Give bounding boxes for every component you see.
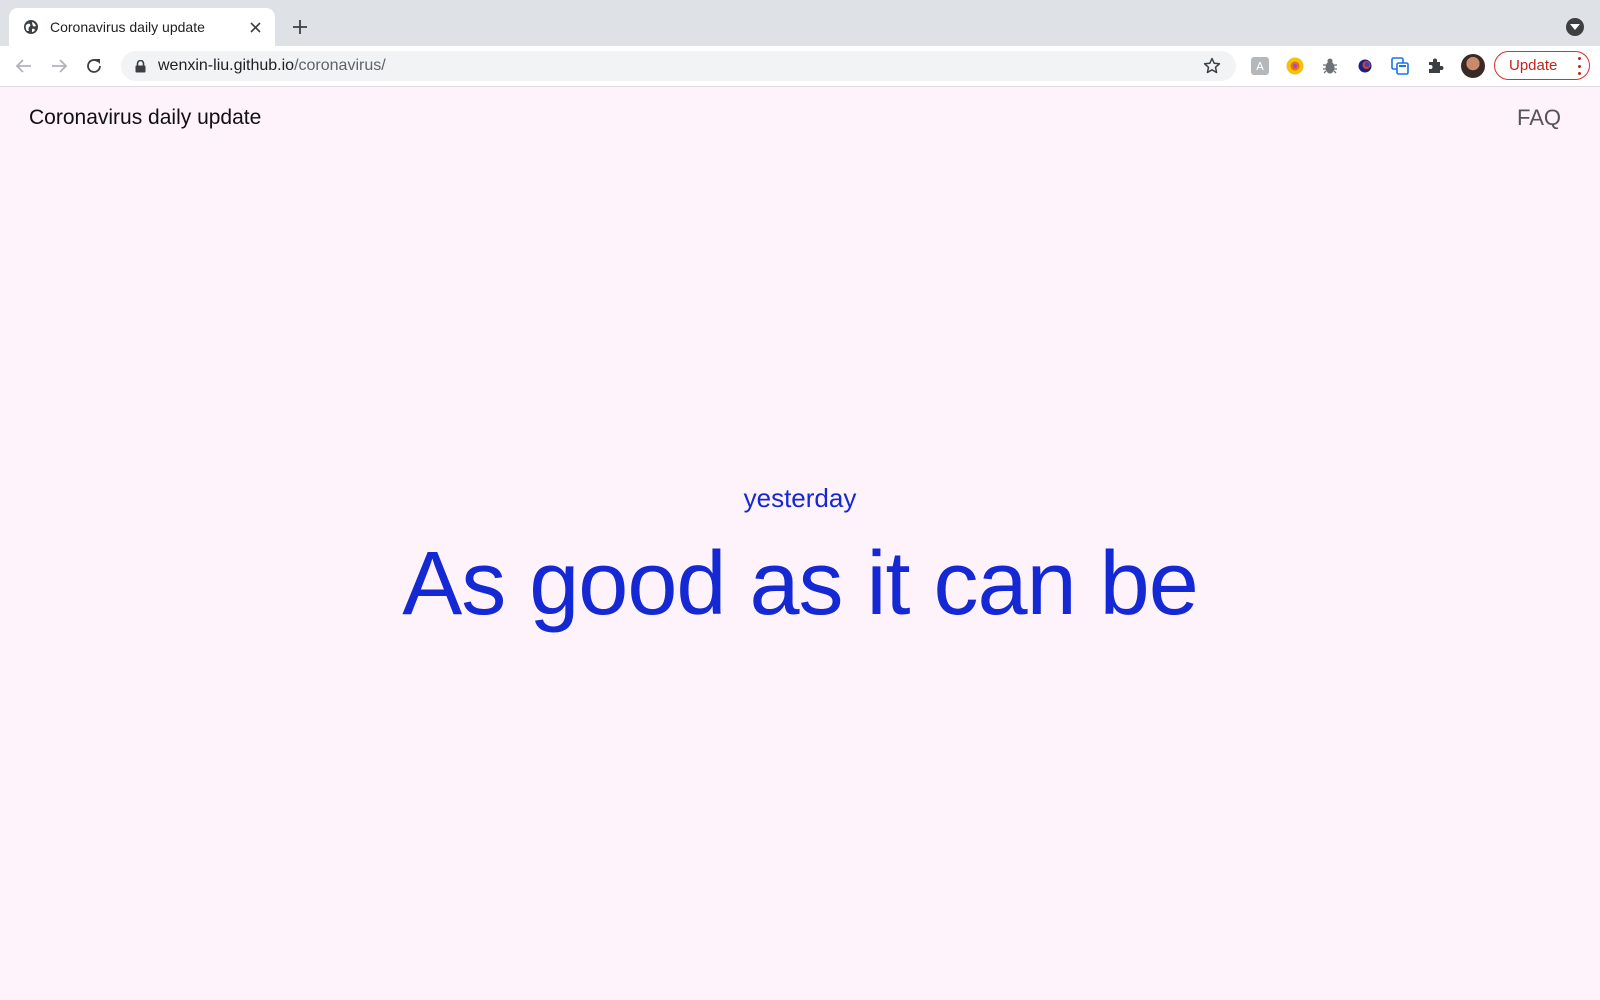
page-content: Coronavirus daily update FAQ yesterday A… [0,87,1600,1000]
url-path: /coronavirus/ [294,57,386,74]
browser-window: Coronavirus daily update wenxin-liu.gith… [0,0,1600,1000]
reload-icon[interactable] [81,53,107,79]
extension-color-icon[interactable] [1284,55,1306,77]
url-text[interactable]: wenxin-liu.github.io/coronavirus/ [158,57,1202,75]
tab-search-icon[interactable] [1566,18,1584,36]
extension-translate-icon[interactable]: A [1249,55,1271,77]
extension-dark-mode-icon[interactable] [1354,55,1376,77]
tab-strip: Coronavirus daily update [0,0,1600,46]
faq-link[interactable]: FAQ [1517,105,1561,131]
extension-tabs-icon[interactable] [1389,55,1411,77]
address-bar[interactable]: wenxin-liu.github.io/coronavirus/ [121,51,1236,81]
profile-avatar[interactable] [1461,54,1485,78]
globe-icon [22,18,40,36]
url-host: wenxin-liu.github.io [158,57,295,74]
browser-toolbar: wenxin-liu.github.io/coronavirus/ A Upda… [0,46,1600,87]
bookmark-star-icon[interactable] [1202,56,1222,76]
status-headline: As good as it can be [402,534,1199,634]
lock-icon[interactable] [133,59,147,73]
update-button[interactable]: Update [1494,51,1590,80]
svg-text:A: A [1256,60,1264,73]
kebab-menu-icon[interactable] [1576,57,1582,75]
close-icon[interactable] [245,17,265,37]
forward-arrow-icon[interactable] [46,53,72,79]
day-label: yesterday [743,483,857,513]
extension-bug-icon[interactable] [1319,55,1341,77]
site-title[interactable]: Coronavirus daily update [29,106,261,130]
browser-tab[interactable]: Coronavirus daily update [9,8,275,46]
extensions-puzzle-icon[interactable] [1424,55,1446,77]
tab-title: Coronavirus daily update [50,19,205,35]
plus-icon[interactable] [288,15,312,39]
update-button-label: Update [1509,57,1558,74]
back-arrow-icon[interactable] [11,53,37,79]
